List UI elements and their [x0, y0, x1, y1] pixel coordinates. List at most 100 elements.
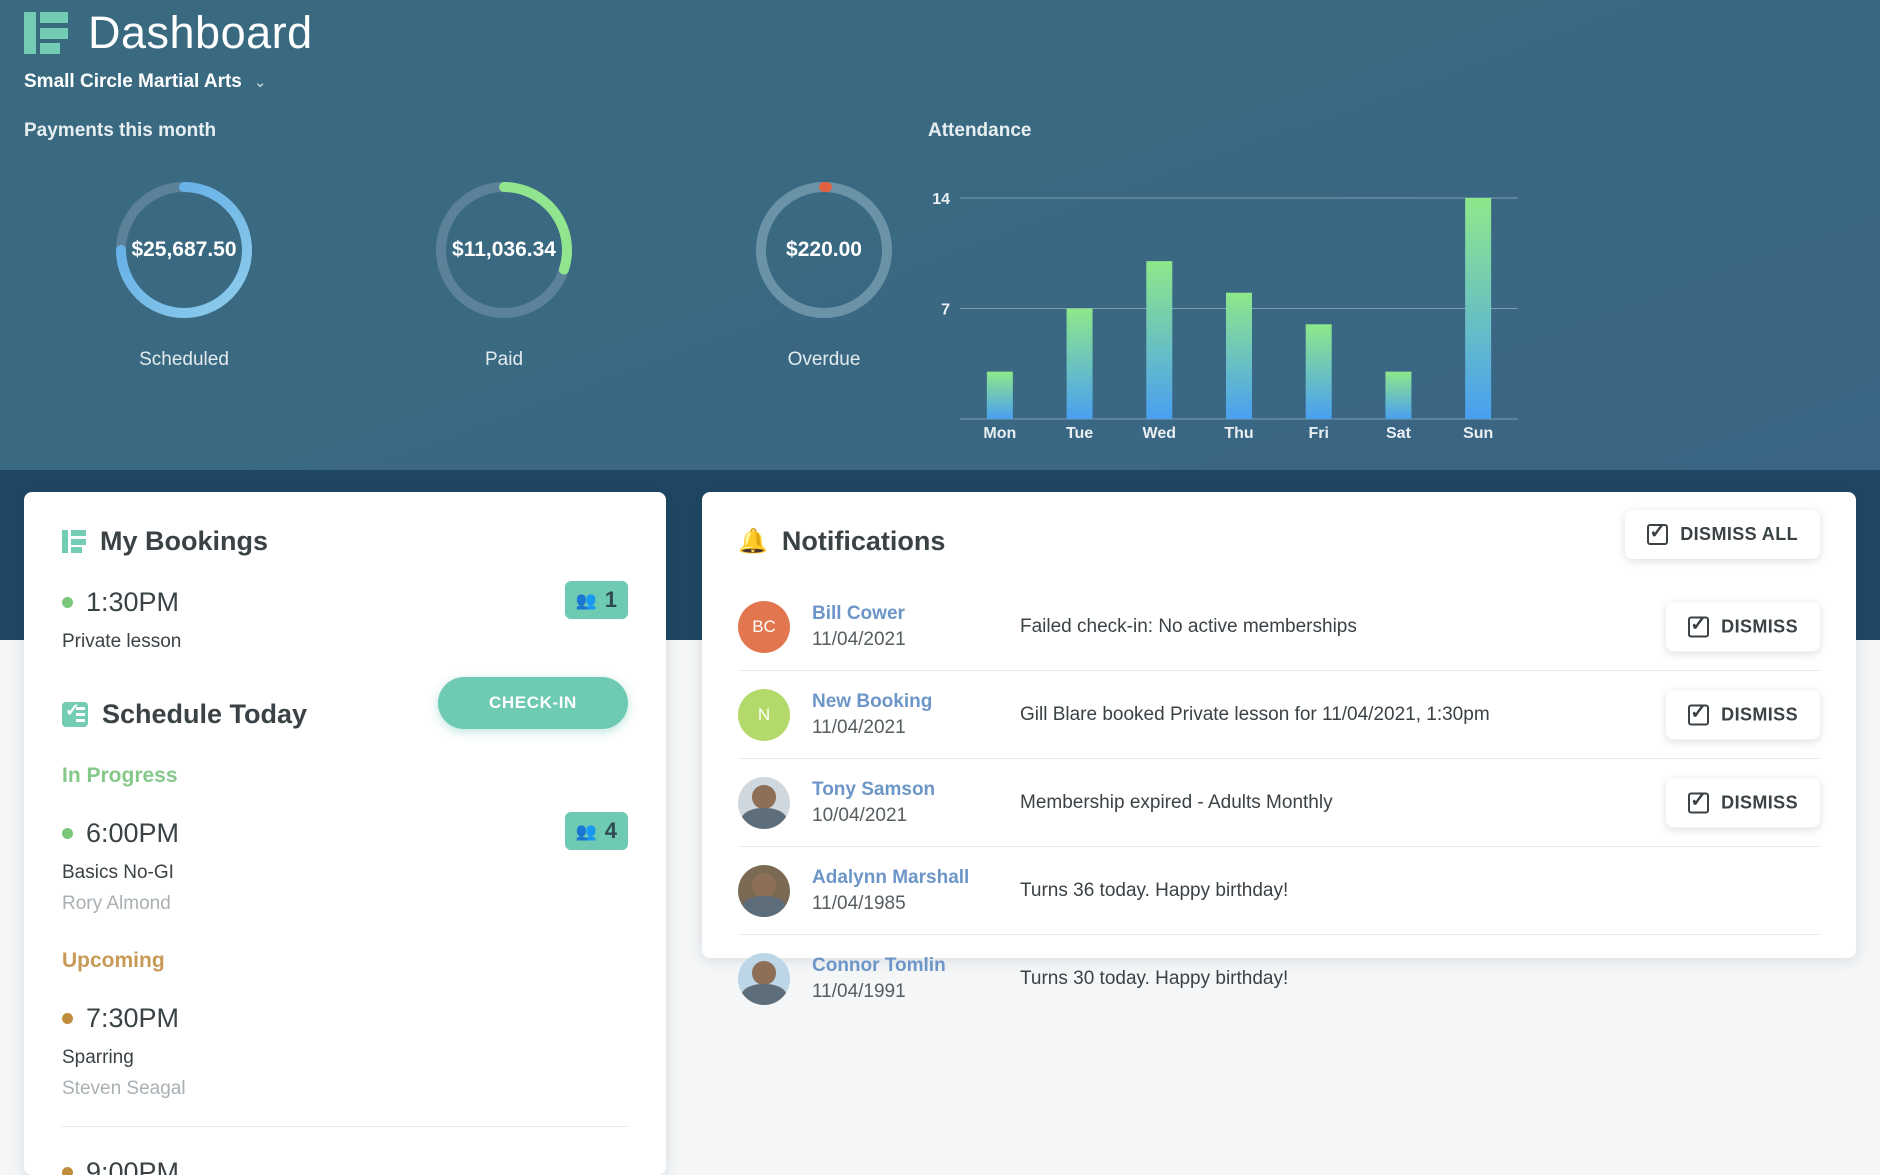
x-axis-tick-label: Thu	[1224, 425, 1254, 442]
schedule-item-time-row: 7:30PM	[62, 1003, 628, 1034]
attendance-bar[interactable]	[1066, 308, 1093, 420]
attendance-title: Attendance	[928, 120, 1032, 141]
y-axis-tick-label: 7	[941, 302, 950, 319]
avatar	[738, 952, 790, 1005]
notification-row[interactable]: BC Bill Cower 11/04/2021 Failed check-in: N…	[702, 583, 1856, 670]
schedule-item-time: 6:00PM	[86, 818, 180, 848]
my-booking-time-row: 1:30PM	[62, 587, 628, 618]
attendance-bar[interactable]	[1305, 324, 1332, 419]
donut-paid-caption: Paid	[484, 349, 524, 370]
dismiss-label: DISMISS	[1721, 704, 1798, 724]
notification-name-link[interactable]: Bill Cower	[812, 603, 992, 625]
schedule-item-class: Sparring	[62, 1047, 134, 1068]
notification-row[interactable]: Adalynn Marshall 11/04/1985 Turns 36 today…	[702, 847, 1856, 934]
people-icon: 👥	[575, 821, 597, 841]
x-axis-tick-label: Tue	[1065, 425, 1094, 442]
list-divider	[62, 1126, 628, 1127]
attendance-x-axis-labels: Mon Tue Wed Thu Fri Sat Sun	[920, 425, 1520, 443]
notification-name-link[interactable]: Connor Tomlin	[812, 955, 992, 977]
notification-date: 11/04/2021	[812, 716, 906, 738]
dashboard-logo-icon	[24, 11, 68, 54]
notification-subject: Tony Samson 10/04/2021	[812, 779, 992, 827]
attendance-bar[interactable]	[1146, 261, 1173, 419]
x-axis-tick-label: Fri	[1308, 425, 1329, 442]
page-title: Dashboard	[88, 7, 313, 58]
notifications-title: Notifications	[781, 526, 946, 556]
x-axis-tick-label: Mon	[983, 425, 1017, 442]
payments-donuts: $25,687.50 Scheduled $11,036.34 Paid $22…	[24, 175, 984, 371]
notification-subject: Bill Cower 11/04/2021	[812, 603, 992, 651]
page-header: Dashboard Small Circle Martial Arts ⌄	[24, 10, 313, 93]
my-booking-item[interactable]: 1:30PM 👥 1 Private lesson	[24, 581, 666, 653]
attendance-bar[interactable]	[1385, 371, 1412, 419]
dismiss-label: DISMISS	[1721, 792, 1798, 812]
attendee-count-badge[interactable]: 👥 4	[564, 812, 628, 850]
attendance-bar[interactable]	[986, 371, 1013, 419]
my-booking-time: 1:30PM	[86, 587, 180, 617]
notification-date: 11/04/1985	[812, 892, 906, 914]
my-bookings-card: My Bookings 1:30PM 👥 1 Private lesson Sc…	[24, 492, 666, 1175]
status-dot-icon	[62, 1167, 73, 1175]
avatar	[738, 776, 790, 829]
dismiss-button[interactable]: DISMISS	[1666, 690, 1820, 739]
org-name: Small Circle Martial Arts	[24, 71, 242, 92]
notifications-list: BC Bill Cower 11/04/2021 Failed check-in: N…	[702, 583, 1856, 1022]
notifications-header: 🔔 Notifications DISMISS ALL	[702, 492, 1856, 559]
schedule-today-title: Schedule Today	[102, 699, 308, 729]
check-square-icon	[1688, 699, 1710, 725]
donut-paid-value: $11,036.34	[452, 238, 556, 261]
schedule-item-time-row: 9:00PM	[62, 1157, 628, 1175]
notification-row[interactable]: N New Booking 11/04/2021 Gill Blare booked …	[702, 671, 1856, 758]
attendee-count: 4	[604, 818, 617, 843]
bookings-header: My Bookings	[24, 492, 666, 557]
schedule-today-header: Schedule Today CHECK-IN	[24, 677, 666, 730]
notification-message: Turns 36 today. Happy birthday!	[1020, 879, 1289, 901]
dismiss-button[interactable]: DISMISS	[1666, 778, 1820, 827]
attendance-bar[interactable]	[1226, 292, 1252, 419]
notification-message: Turns 30 today. Happy birthday!	[1020, 967, 1289, 989]
donut-scheduled-value: $25,687.50	[131, 238, 237, 261]
dismiss-all-button[interactable]: DISMISS ALL	[1625, 510, 1820, 559]
donut-scheduled-ring: $25,687.50	[109, 175, 259, 325]
payment-donut-paid[interactable]: $11,036.34 Paid	[344, 175, 664, 371]
schedule-item[interactable]: 7:30PM Sparring Steven Seagal	[24, 1003, 666, 1100]
status-dot-icon	[62, 1013, 73, 1024]
schedule-item[interactable]: 9:00PM	[24, 1157, 666, 1175]
dashboard-page: Dashboard Small Circle Martial Arts ⌄ Pa…	[0, 0, 1880, 1175]
attendance-bar[interactable]	[1465, 198, 1492, 419]
attendee-count-badge[interactable]: 👥 1	[564, 581, 628, 619]
schedule-item-time: 9:00PM	[86, 1157, 180, 1175]
status-dot-icon	[62, 828, 73, 839]
payments-section-label: Payments this month	[24, 120, 217, 141]
notification-name-link[interactable]: Adalynn Marshall	[812, 867, 992, 889]
notification-row[interactable]: Tony Samson 10/04/2021 Membership expired …	[702, 759, 1856, 846]
schedule-item[interactable]: 6:00PM 👥 4 Basics No-GI Rory Almond	[24, 812, 666, 915]
notification-message: Gill Blare booked Private lesson for 11/…	[1020, 703, 1490, 725]
avatar: BC	[738, 600, 790, 653]
donut-overdue-ring: $220.00	[749, 175, 899, 325]
notification-name-link[interactable]: New Booking	[812, 691, 992, 713]
payment-donut-scheduled[interactable]: $25,687.50 Scheduled	[24, 175, 344, 371]
dismiss-all-label: DISMISS ALL	[1680, 524, 1798, 544]
notification-row[interactable]: Connor Tomlin 11/04/1991 Turns 30 today. H…	[702, 935, 1856, 1022]
dismiss-button[interactable]: DISMISS	[1666, 602, 1820, 651]
attendee-count: 1	[604, 587, 617, 612]
dismiss-label: DISMISS	[1721, 616, 1798, 636]
status-label-in-progress: In Progress	[62, 764, 178, 787]
check-in-button[interactable]: CHECK-IN	[438, 677, 628, 729]
schedule-item-coach: Steven Seagal	[62, 1078, 186, 1099]
notification-message: Membership expired - Adults Monthly	[1020, 791, 1333, 813]
schedule-item-time-row: 6:00PM	[62, 818, 628, 849]
notification-subject: Adalynn Marshall 11/04/1985	[812, 867, 992, 915]
x-axis-tick-label: Sun	[1463, 425, 1494, 442]
check-square-icon	[1647, 519, 1669, 545]
schedule-item-time: 7:30PM	[86, 1003, 180, 1033]
right-edge-strip	[1856, 470, 1880, 640]
org-selector[interactable]: Small Circle Martial Arts ⌄	[24, 71, 313, 93]
checklist-icon	[62, 700, 88, 727]
donut-paid-ring: $11,036.34	[429, 175, 579, 325]
notification-date: 11/04/2021	[812, 628, 906, 650]
donut-overdue-value: $220.00	[786, 238, 862, 261]
notification-name-link[interactable]: Tony Samson	[812, 779, 992, 801]
check-square-icon	[1688, 611, 1710, 637]
